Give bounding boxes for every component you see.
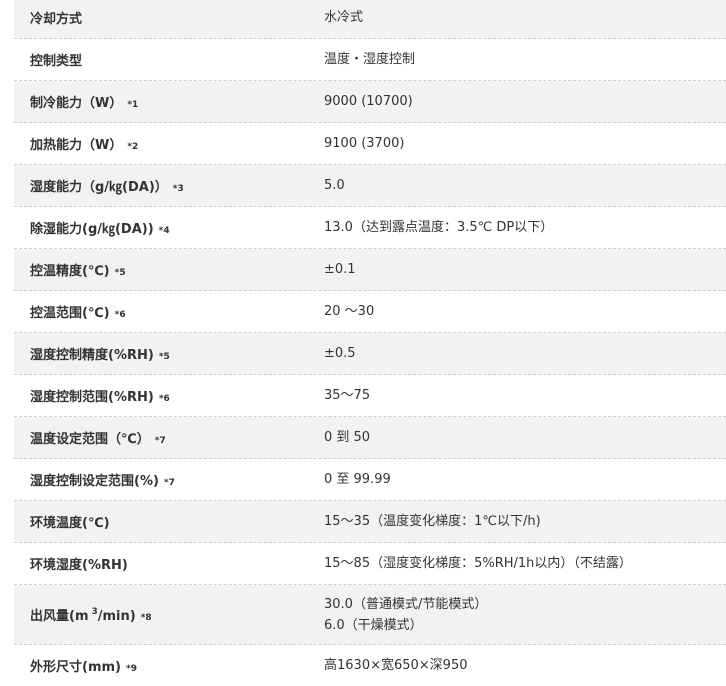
spec-label: 环境湿度(%RH) (14, 554, 310, 573)
spec-value: 9100 (3700) (324, 136, 405, 151)
spec-row-cooling-method: 冷却方式 水冷式 (14, 0, 726, 39)
spec-label: 控温精度(℃) *5 (14, 260, 310, 279)
footnote-marker: *2 (127, 142, 139, 152)
spec-value: ±0.1 (324, 262, 356, 277)
spec-value: 5.0 (324, 178, 345, 193)
spec-label: 湿度控制范围(%RH) *6 (14, 386, 310, 405)
spec-value: 高1630×宽650×深950 (324, 658, 468, 673)
spec-label: 湿度控制设定范围(%) *7 (14, 470, 310, 489)
spec-value: 20 ～30 (324, 304, 375, 319)
spec-label: 控温范围(℃) *6 (14, 302, 310, 321)
footnote-marker: *6 (114, 310, 126, 320)
spec-label: 制冷能力（W） *1 (14, 92, 310, 111)
label-text: 控温范围(℃) (30, 306, 110, 321)
spec-row-humidity-range: 湿度控制范围(%RH) *6 35～75 (14, 375, 726, 417)
footnote-marker: *5 (114, 268, 126, 278)
label-text: 湿度控制范围(%RH) (30, 390, 154, 405)
label-text: 湿度控制精度(%RH) (30, 348, 154, 363)
spec-row-dehumidifying-capacity: 除湿能力(g/㎏(DA)) *4 13.0（达到露点温度：3.5℃ DP以下） (14, 207, 726, 249)
spec-row-ambient-humidity: 环境湿度(%RH) 15～85（湿度变化梯度：5%RH/1h以内）（不结露） (14, 543, 726, 585)
spec-value: 0 至 99.99 (324, 472, 391, 487)
label-text: 外形尺寸(mm) (30, 660, 121, 675)
spec-row-temp-range: 控温范围(℃) *6 20 ～30 (14, 291, 726, 333)
spec-row-airflow: 出风量(m 3/min) *8 30.0（普通模式/节能模式） 6.0（干燥模式） (14, 585, 726, 645)
footnote-marker: *7 (154, 436, 166, 446)
spec-value: ±0.5 (324, 346, 356, 361)
spec-row-temp-accuracy: 控温精度(℃) *5 ±0.1 (14, 249, 726, 291)
label-text: 加热能力（W） (30, 138, 123, 153)
footnote-marker: *4 (158, 226, 170, 236)
spec-value: 9000 (10700) (324, 94, 413, 109)
spec-label: 外形尺寸(mm) *9 (14, 656, 310, 675)
footnote-marker: *1 (127, 100, 139, 110)
footnote-marker: *9 (125, 664, 137, 674)
spec-row-heating-capacity: 加热能力（W） *2 9100 (3700) (14, 123, 726, 165)
spec-label: 冷却方式 (14, 8, 310, 27)
spec-value: 35～75 (324, 388, 371, 403)
spec-label: 控制类型 (14, 50, 310, 69)
value-line: 30.0（普通模式/节能模式） (324, 596, 488, 612)
spec-value: 温度・湿度控制 (324, 52, 416, 67)
spec-label: 湿度能力（g/㎏(DA)） *3 (14, 176, 310, 195)
spec-label: 温度设定范围（℃） *7 (14, 428, 310, 447)
label-text: 环境温度(℃) (30, 516, 110, 531)
footnote-marker: *8 (140, 613, 152, 623)
spec-label: 湿度控制精度(%RH) *5 (14, 344, 310, 363)
spec-label: 环境温度(℃) (14, 512, 310, 531)
label-text: 出风量(m (30, 609, 89, 624)
footnote-marker: *5 (158, 352, 170, 362)
spec-value: 水冷式 (324, 10, 364, 25)
spec-table: 冷却方式 水冷式 控制类型 温度・湿度控制 制冷能力（W） *1 9000 (10… (14, 0, 726, 686)
label-text: 控制类型 (30, 54, 83, 69)
footnote-marker: *6 (158, 394, 170, 404)
label-text: 冷却方式 (30, 12, 83, 27)
value-line: 6.0（干燥模式） (324, 617, 423, 633)
spec-row-humidity-setting-range: 湿度控制设定范围(%) *7 0 至 99.99 (14, 459, 726, 501)
spec-row-humidity-accuracy: 湿度控制精度(%RH) *5 ±0.5 (14, 333, 726, 375)
label-text: 湿度能力（g/㎏(DA)） (30, 180, 168, 195)
label-text: 制冷能力（W） (30, 96, 123, 111)
spec-value: 15～35（温度变化梯度：1℃以下/h) (324, 514, 541, 529)
spec-label: 加热能力（W） *2 (14, 134, 310, 153)
spec-value: 15～85（湿度变化梯度：5%RH/1h以内）（不结露） (324, 556, 632, 571)
spec-row-dimensions: 外形尺寸(mm) *9 高1630×宽650×深950 (14, 645, 726, 686)
spec-row-temp-setting-range: 温度设定范围（℃） *7 0 到 50 (14, 417, 726, 459)
spec-row-cooling-capacity: 制冷能力（W） *1 9000 (10700) (14, 81, 726, 123)
footnote-marker: *3 (172, 184, 184, 194)
spec-label: 除湿能力(g/㎏(DA)) *4 (14, 218, 310, 237)
spec-row-control-type: 控制类型 温度・湿度控制 (14, 39, 726, 81)
label-text: /min) (97, 609, 136, 624)
label-text: 湿度控制设定范围(%) (30, 474, 159, 489)
spec-value: 13.0（达到露点温度：3.5℃ DP以下） (324, 220, 554, 235)
spec-value: 30.0（普通模式/节能模式） 6.0（干燥模式） (310, 594, 726, 636)
footnote-marker: *7 (163, 478, 175, 488)
label-text: 除湿能力(g/㎏(DA)) (30, 222, 154, 237)
spec-row-ambient-temp: 环境温度(℃) 15～35（温度变化梯度：1℃以下/h) (14, 501, 726, 543)
spec-value: 0 到 50 (324, 430, 371, 445)
label-text: 环境湿度(%RH) (30, 558, 128, 573)
spec-label: 出风量(m 3/min) *8 (14, 605, 310, 624)
spec-row-humidifying-capacity: 湿度能力（g/㎏(DA)） *3 5.0 (14, 165, 726, 207)
label-text: 温度设定范围（℃） (30, 432, 150, 447)
label-text: 控温精度(℃) (30, 264, 110, 279)
